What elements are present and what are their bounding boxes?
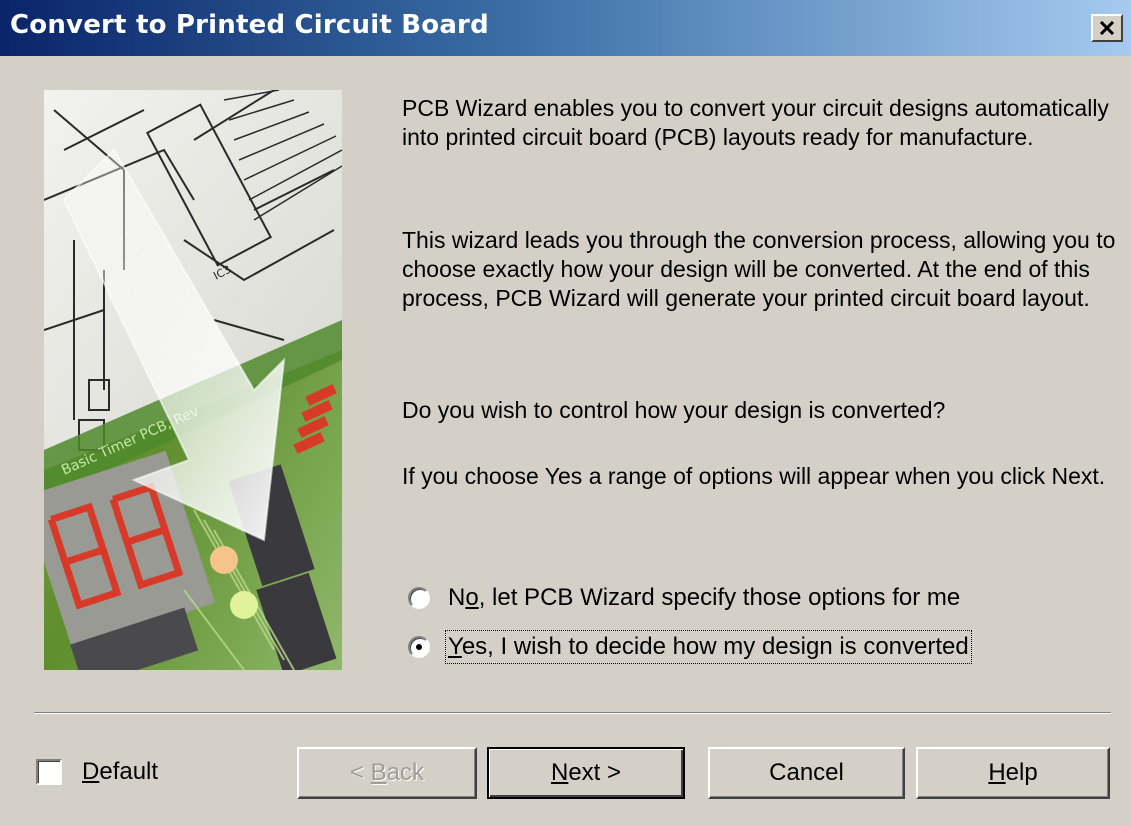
cancel-button-label: Cancel (769, 759, 844, 786)
radio-selected-dot (416, 644, 422, 650)
close-icon (1099, 21, 1115, 35)
back-button-label: < Back (349, 759, 425, 786)
intro-paragraph-1: PCB Wizard enables you to convert your c… (402, 95, 1109, 150)
help-button-label: Help (988, 759, 1038, 786)
radio-option-yes[interactable]: Yes, I wish to decide how my design is c… (408, 630, 972, 664)
radio-label-yes[interactable]: Yes, I wish to decide how my design is c… (445, 630, 972, 664)
next-button[interactable]: Next > (487, 747, 685, 799)
convert-to-pcb-dialog: Convert to Printed Circuit Board IC3 Bas… (0, 0, 1131, 826)
back-button[interactable]: < Back (297, 747, 477, 799)
intro-question: Do you wish to control how your design i… (402, 397, 946, 423)
radio-button-yes[interactable] (408, 636, 430, 658)
intro-paragraph-2: This wizard leads you through the conver… (402, 227, 1116, 311)
footer-separator (34, 712, 1111, 714)
dialog-title: Convert to Printed Circuit Board (10, 10, 489, 40)
close-button[interactable] (1091, 14, 1123, 42)
pcb-illustration-graphic: IC3 Basic Timer PCB, Rev (44, 90, 342, 670)
default-checkbox-row[interactable]: Default (36, 758, 158, 786)
help-button[interactable]: Help (916, 747, 1110, 799)
radio-option-no[interactable]: No, let PCB Wizard specify those options… (408, 582, 960, 614)
wizard-illustration: IC3 Basic Timer PCB, Rev (44, 90, 342, 670)
default-checkbox-label[interactable]: Default (82, 758, 158, 786)
cancel-button[interactable]: Cancel (708, 747, 905, 799)
title-bar[interactable]: Convert to Printed Circuit Board (0, 0, 1131, 56)
default-checkbox[interactable] (36, 759, 62, 785)
radio-label-no[interactable]: No, let PCB Wizard specify those options… (448, 584, 960, 612)
radio-button-no[interactable] (408, 587, 430, 609)
intro-paragraph-4: If you choose Yes a range of options wil… (402, 463, 1106, 489)
next-button-label: Next > (550, 759, 622, 786)
